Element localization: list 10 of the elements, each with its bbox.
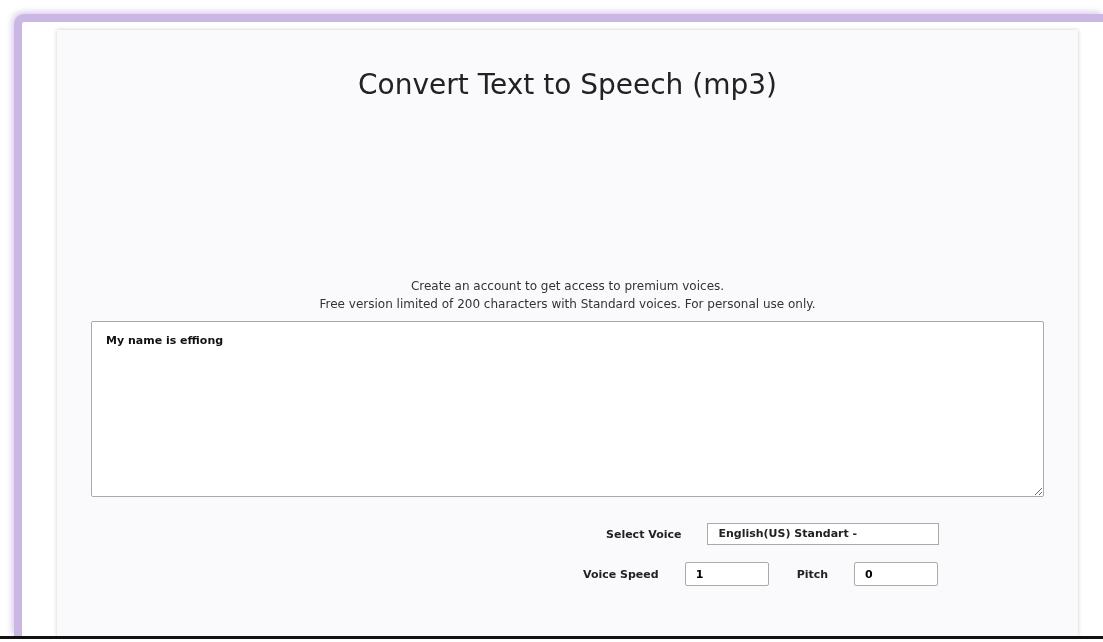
pitch-field[interactable]: 0	[854, 562, 939, 586]
notice-text: Free version limited of 200 characters with Standard voices. For personal use only.	[319, 297, 816, 311]
notice-text: Create an account to get access to premium voices.	[410, 279, 725, 293]
page-title: Convert Text to Speech (mp3)	[357, 68, 778, 101]
voice-speed-label: Voice Speed	[583, 567, 659, 581]
voice-speed-field[interactable]: 1	[684, 562, 769, 586]
pitch-label: Pitch	[796, 567, 829, 581]
voice-select[interactable]: English(US) Standart -	[707, 523, 940, 545]
select-voice-label: Select Voice	[606, 527, 682, 541]
text-input-field[interactable]: My name is effiong	[91, 321, 1044, 497]
